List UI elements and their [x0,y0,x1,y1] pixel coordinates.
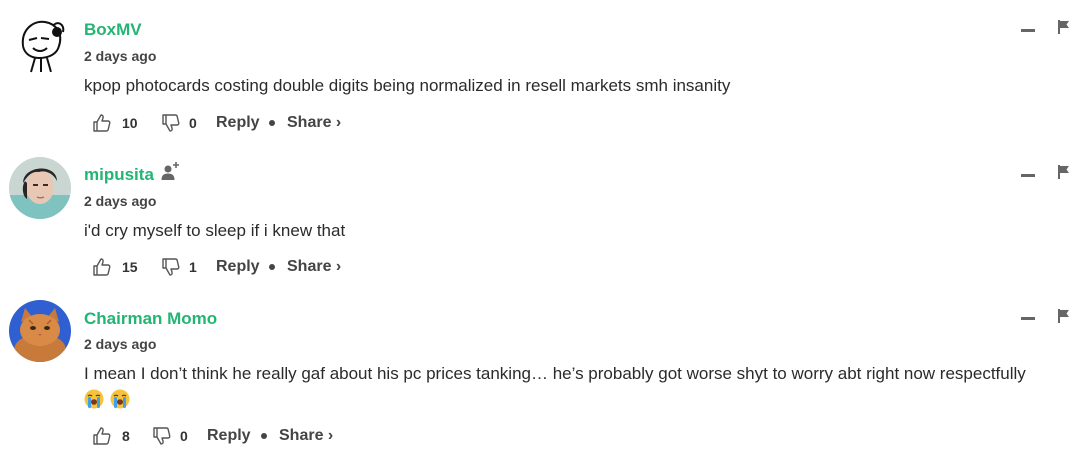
separator-dot [269,255,275,279]
person-photo-icon [9,157,71,219]
thumbs-up-icon [93,427,111,445]
minimize-icon[interactable] [1021,317,1035,320]
comment-actions: 15 1 Reply Share › [90,255,350,279]
flag-icon[interactable] [1058,20,1070,34]
share-button[interactable]: Share › [279,424,333,448]
comment-actions: 10 0 Reply Share › [90,111,350,135]
reply-button[interactable]: Reply [207,424,251,448]
share-button[interactable]: Share › [287,255,341,279]
dislike-button[interactable]: 0 [152,424,188,448]
comment: BoxMV 2 days ago kpop photocards costing… [0,0,1086,145]
like-count: 15 [122,259,138,275]
cat-photo-icon [9,300,71,362]
reply-button[interactable]: Reply [216,111,260,135]
emoji-row [84,389,132,411]
comment-text: i'd cry myself to sleep if i knew that [84,221,346,240]
reply-button[interactable]: Reply [216,255,260,279]
flag-icon[interactable] [1058,309,1070,323]
dislike-button[interactable]: 1 [161,255,197,279]
like-count: 10 [122,115,138,131]
flag-icon[interactable] [1058,165,1070,179]
timestamp: 2 days ago [84,193,157,209]
comment-actions: 8 0 Reply Share › [90,424,350,448]
loudly-crying-face-icon [84,389,104,409]
dislike-count: 0 [189,115,197,131]
timestamp: 2 days ago [84,336,157,352]
like-button[interactable]: 10 [92,111,138,135]
comment-text: kpop photocards costing double digits be… [84,76,731,95]
thumbs-up-icon [93,114,111,132]
username[interactable]: Chairman Momo [84,309,217,329]
dislike-button[interactable]: 0 [161,111,197,135]
minimize-icon[interactable] [1021,174,1035,177]
cartoon-avatar-icon [10,13,70,73]
avatar[interactable] [9,157,71,219]
follow-user-icon[interactable] [161,161,181,181]
like-button[interactable]: 8 [92,424,130,448]
separator-dot [261,424,267,448]
comment: Chairman Momo 2 days ago I mean I don’t … [0,290,1086,459]
thumbs-up-icon [93,258,111,276]
comment-text: I mean I don’t think he really gaf about… [84,364,1026,383]
timestamp: 2 days ago [84,48,157,64]
dislike-count: 1 [189,259,197,275]
loudly-crying-face-icon [110,389,130,409]
avatar[interactable] [9,300,71,362]
username[interactable]: mipusita [84,165,154,185]
like-button[interactable]: 15 [92,255,138,279]
separator-dot [269,111,275,135]
thumbs-down-icon [162,258,180,276]
share-button[interactable]: Share › [287,111,341,135]
like-count: 8 [122,428,130,444]
thumbs-down-icon [162,114,180,132]
dislike-count: 0 [180,428,188,444]
minimize-icon[interactable] [1021,29,1035,32]
comment: mipusita 2 days ago i'd cry myself to sl… [0,145,1086,290]
avatar[interactable] [9,12,71,74]
username[interactable]: BoxMV [84,20,142,40]
thumbs-down-icon [153,427,171,445]
